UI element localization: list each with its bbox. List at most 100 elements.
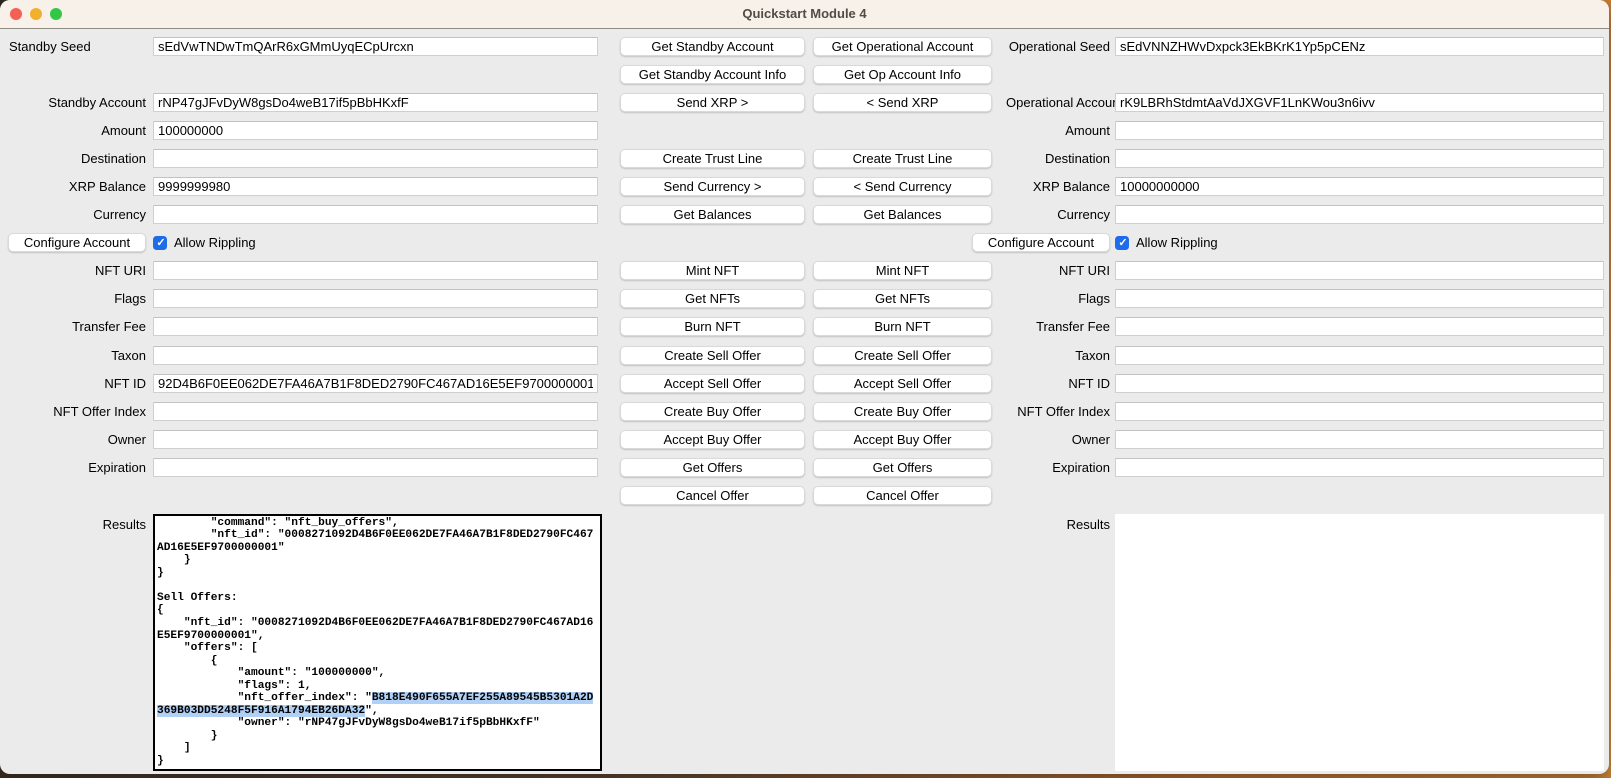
- operational-results-label: Results: [1006, 514, 1110, 532]
- create-sell-offer-standby-button[interactable]: Create Sell Offer: [620, 346, 805, 365]
- operational-nft-offer-index-input[interactable]: [1115, 402, 1604, 421]
- standby-nft-uri-input[interactable]: [153, 261, 598, 280]
- operational-flags-input[interactable]: [1115, 289, 1604, 308]
- operational-destination-label: Destination: [1006, 151, 1110, 166]
- operational-owner-input[interactable]: [1115, 430, 1604, 449]
- get-balances-operational-button[interactable]: Get Balances: [813, 205, 992, 224]
- allow-rippling-standby-checkbox[interactable]: [153, 236, 167, 250]
- standby-xrp-balance-label: XRP Balance: [8, 179, 146, 194]
- burn-nft-standby-button[interactable]: Burn NFT: [620, 317, 805, 336]
- standby-xrp-balance-input[interactable]: [153, 177, 598, 196]
- row-xrp-balance: XRP Balance Send Currency > < Send Curre…: [8, 172, 1609, 200]
- row-nft-id: NFT ID Accept Sell Offer Accept Sell Off…: [8, 369, 1609, 397]
- row-destination: Destination Create Trust Line Create Tru…: [8, 144, 1609, 172]
- accept-buy-offer-standby-button[interactable]: Accept Buy Offer: [620, 430, 805, 449]
- get-op-account-info-button[interactable]: Get Op Account Info: [813, 65, 992, 84]
- create-trust-line-standby-button[interactable]: Create Trust Line: [620, 149, 805, 168]
- standby-currency-input[interactable]: [153, 205, 598, 224]
- create-trust-line-operational-button[interactable]: Create Trust Line: [813, 149, 992, 168]
- operational-amount-input[interactable]: [1115, 121, 1604, 140]
- allow-rippling-operational-label: Allow Rippling: [1136, 235, 1218, 250]
- operational-xrp-balance-input[interactable]: [1115, 177, 1604, 196]
- standby-transfer-fee-label: Transfer Fee: [8, 319, 146, 334]
- create-buy-offer-operational-button[interactable]: Create Buy Offer: [813, 402, 992, 421]
- operational-seed-input[interactable]: [1115, 37, 1604, 56]
- get-standby-account-button[interactable]: Get Standby Account: [620, 37, 805, 56]
- standby-currency-label: Currency: [8, 207, 146, 222]
- operational-transfer-fee-input[interactable]: [1115, 317, 1604, 336]
- results-text-before: "command": "nft_buy_offers", "nft_id": "…: [157, 517, 593, 705]
- row-transfer-fee: Transfer Fee Burn NFT Burn NFT Transfer …: [8, 313, 1609, 341]
- standby-seed-input[interactable]: [153, 37, 598, 56]
- row-cancel-offer: Cancel Offer Cancel Offer: [8, 482, 1609, 510]
- row-taxon: Taxon Create Sell Offer Create Sell Offe…: [8, 341, 1609, 369]
- accept-sell-offer-standby-button[interactable]: Accept Sell Offer: [620, 374, 805, 393]
- standby-expiration-input[interactable]: [153, 458, 598, 477]
- standby-results-label: Results: [8, 514, 146, 532]
- standby-owner-input[interactable]: [153, 430, 598, 449]
- get-offers-operational-button[interactable]: Get Offers: [813, 458, 992, 477]
- operational-taxon-input[interactable]: [1115, 346, 1604, 365]
- titlebar[interactable]: Quickstart Module 4: [0, 0, 1609, 29]
- allow-rippling-operational-checkbox[interactable]: [1115, 236, 1129, 250]
- operational-nft-id-input[interactable]: [1115, 374, 1604, 393]
- cancel-offer-operational-button[interactable]: Cancel Offer: [813, 486, 992, 505]
- operational-destination-input[interactable]: [1115, 149, 1604, 168]
- create-buy-offer-standby-button[interactable]: Create Buy Offer: [620, 402, 805, 421]
- standby-nft-id-input[interactable]: [153, 374, 598, 393]
- get-nfts-standby-button[interactable]: Get NFTs: [620, 289, 805, 308]
- window-title: Quickstart Module 4: [0, 0, 1609, 28]
- standby-nft-uri-label: NFT URI: [8, 263, 146, 278]
- get-offers-standby-button[interactable]: Get Offers: [620, 458, 805, 477]
- operational-flags-label: Flags: [1006, 291, 1110, 306]
- accept-sell-offer-operational-button[interactable]: Accept Sell Offer: [813, 374, 992, 393]
- send-currency-right-button[interactable]: Send Currency >: [620, 177, 805, 196]
- get-operational-account-button[interactable]: Get Operational Account: [813, 37, 992, 56]
- row-configure: Configure Account Allow Rippling Configu…: [8, 229, 1609, 257]
- mint-nft-operational-button[interactable]: Mint NFT: [813, 261, 992, 280]
- standby-expiration-label: Expiration: [8, 460, 146, 475]
- row-flags: Flags Get NFTs Get NFTs Flags: [8, 285, 1609, 313]
- app-window: Quickstart Module 4 Standby Seed Get Sta…: [0, 0, 1609, 774]
- configure-account-operational-button[interactable]: Configure Account: [972, 233, 1110, 252]
- row-seed: Standby Seed Get Standby Account Get Ope…: [8, 32, 1609, 60]
- row-account: Standby Account Send XRP > < Send XRP Op…: [8, 88, 1609, 116]
- row-account-info: Get Standby Account Info Get Op Account …: [8, 60, 1609, 88]
- operational-nft-uri-input[interactable]: [1115, 261, 1604, 280]
- row-expiration: Expiration Get Offers Get Offers Expirat…: [8, 453, 1609, 481]
- operational-nft-offer-index-label: NFT Offer Index: [1006, 404, 1110, 419]
- standby-results-textarea[interactable]: "command": "nft_buy_offers", "nft_id": "…: [153, 514, 602, 771]
- standby-transfer-fee-input[interactable]: [153, 317, 598, 336]
- operational-currency-input[interactable]: [1115, 205, 1604, 224]
- send-xrp-right-button[interactable]: Send XRP >: [620, 93, 805, 112]
- get-balances-standby-button[interactable]: Get Balances: [620, 205, 805, 224]
- standby-nft-offer-index-input[interactable]: [153, 402, 598, 421]
- operational-expiration-input[interactable]: [1115, 458, 1604, 477]
- operational-seed-label: Operational Seed: [1006, 39, 1110, 54]
- standby-amount-input[interactable]: [153, 121, 598, 140]
- standby-taxon-input[interactable]: [153, 346, 598, 365]
- mint-nft-standby-button[interactable]: Mint NFT: [620, 261, 805, 280]
- row-nft-uri: NFT URI Mint NFT Mint NFT NFT URI: [8, 257, 1609, 285]
- operational-nft-id-label: NFT ID: [1006, 376, 1110, 391]
- standby-destination-input[interactable]: [153, 149, 598, 168]
- standby-account-label: Standby Account: [8, 95, 146, 110]
- standby-account-input[interactable]: [153, 93, 598, 112]
- create-sell-offer-operational-button[interactable]: Create Sell Offer: [813, 346, 992, 365]
- accept-buy-offer-operational-button[interactable]: Accept Buy Offer: [813, 430, 992, 449]
- configure-account-standby-button[interactable]: Configure Account: [8, 233, 146, 252]
- standby-taxon-label: Taxon: [8, 348, 146, 363]
- row-nft-offer-index: NFT Offer Index Create Buy Offer Create …: [8, 397, 1609, 425]
- operational-results-textarea[interactable]: [1115, 514, 1604, 771]
- get-standby-account-info-button[interactable]: Get Standby Account Info: [620, 65, 805, 84]
- send-xrp-left-button[interactable]: < Send XRP: [813, 93, 992, 112]
- burn-nft-operational-button[interactable]: Burn NFT: [813, 317, 992, 336]
- get-nfts-operational-button[interactable]: Get NFTs: [813, 289, 992, 308]
- send-currency-left-button[interactable]: < Send Currency: [813, 177, 992, 196]
- standby-flags-input[interactable]: [153, 289, 598, 308]
- operational-account-input[interactable]: [1115, 93, 1604, 112]
- operational-amount-label: Amount: [1006, 123, 1110, 138]
- row-results: Results "command": "nft_buy_offers", "nf…: [8, 514, 1609, 771]
- cancel-offer-standby-button[interactable]: Cancel Offer: [620, 486, 805, 505]
- operational-owner-label: Owner: [1006, 432, 1110, 447]
